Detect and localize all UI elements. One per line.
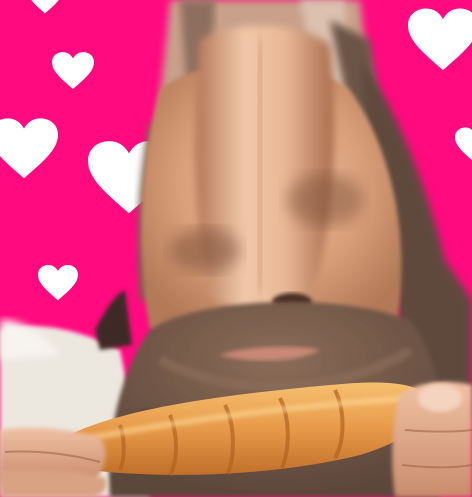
photo-scene [0, 0, 472, 497]
right-hand [392, 382, 472, 497]
photo-illustration [0, 0, 472, 497]
left-hand [0, 427, 107, 497]
